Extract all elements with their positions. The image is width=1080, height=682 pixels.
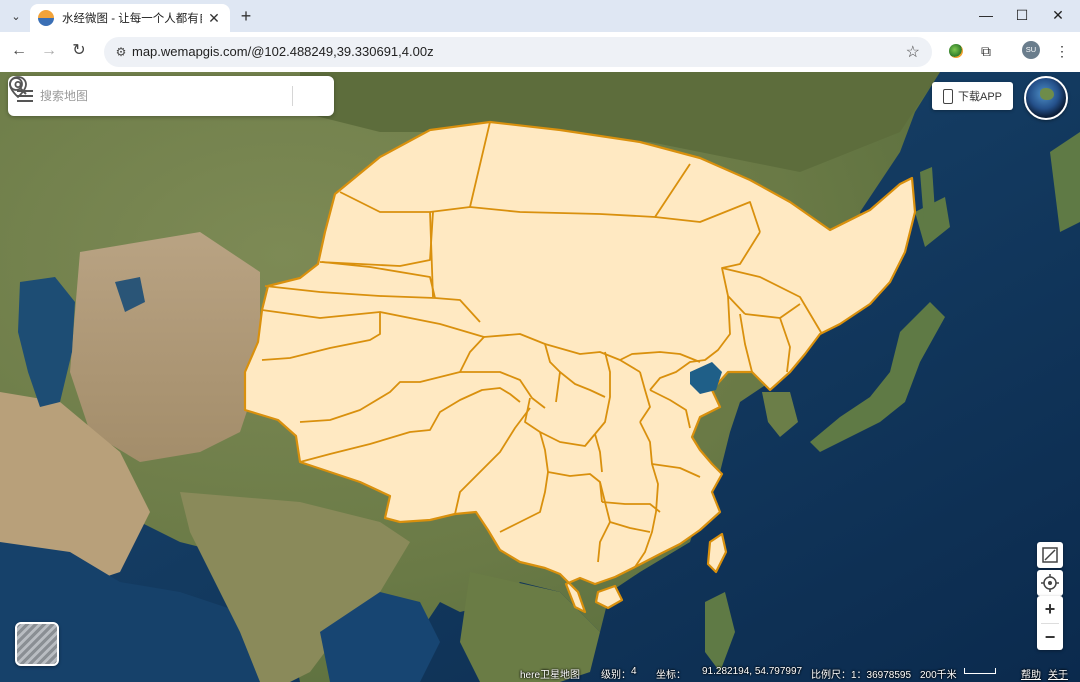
search-divider bbox=[292, 86, 293, 106]
measure-tool-button[interactable] bbox=[1037, 542, 1063, 568]
reload-icon[interactable]: ↻ bbox=[68, 40, 90, 62]
map-status-bar: here卫星地图 级别： 4 坐标： 91.282194, 54.797997 … bbox=[512, 662, 1080, 682]
about-link[interactable]: 关于 bbox=[1048, 666, 1068, 681]
download-app-button[interactable]: 下载APP bbox=[932, 82, 1013, 110]
measure-icon bbox=[1042, 547, 1058, 563]
zoom-in-button[interactable]: + bbox=[1037, 596, 1063, 623]
zoom-out-button[interactable]: − bbox=[1037, 624, 1063, 651]
coordinate-label: 坐标： bbox=[656, 670, 686, 681]
tab-search-button[interactable]: ⌄ bbox=[6, 6, 26, 26]
extensions-puzzle-icon[interactable]: ⧉ bbox=[976, 41, 996, 61]
back-arrow-icon[interactable]: ← bbox=[8, 40, 30, 62]
url-text[interactable]: map.wemapgis.com/@102.488249,39.330691,4… bbox=[132, 44, 434, 59]
browser-toolbar: ← → ↻ ⚙ map.wemapgis.com/@102.488249,39.… bbox=[0, 32, 1080, 72]
tab-close-icon[interactable]: ✕ bbox=[206, 10, 222, 27]
forward-arrow-icon[interactable]: → bbox=[38, 40, 60, 62]
basemap-layer-switcher[interactable] bbox=[15, 622, 59, 666]
tab-strip: ⌄ 水经微图 - 让每一个人都有自己 ✕ + — ☐ ✕ bbox=[0, 0, 1080, 32]
desert-central-asia bbox=[70, 232, 260, 462]
window-close-button[interactable]: ✕ bbox=[1040, 4, 1076, 26]
site-settings-icon[interactable]: ⚙ bbox=[112, 43, 130, 61]
phone-icon bbox=[942, 88, 953, 104]
browser-menu-icon[interactable]: ⋮ bbox=[1052, 41, 1072, 61]
help-link[interactable]: 帮助 bbox=[1021, 666, 1041, 681]
zoom-level-value: 4 bbox=[631, 666, 637, 677]
coordinate-value: 91.282194, 54.797997 bbox=[702, 666, 803, 677]
map-svg[interactable] bbox=[0, 72, 1080, 682]
map-canvas[interactable]: 下载APP + − here卫星地图 级别： 4 坐标： 91.28219 bbox=[0, 72, 1080, 682]
new-tab-button[interactable]: + bbox=[236, 6, 256, 26]
locate-me-button[interactable] bbox=[1037, 570, 1063, 596]
location-pin-icon[interactable] bbox=[8, 76, 28, 98]
site-favicon-icon bbox=[38, 10, 54, 26]
bookmark-star-icon[interactable]: ☆ bbox=[906, 42, 920, 62]
map-scale-ratio: 比例尺：1：36978595 bbox=[811, 670, 912, 681]
tab-title: 水经微图 - 让每一个人都有自己 bbox=[62, 13, 202, 25]
browser-chrome: ⌄ 水经微图 - 让每一个人都有自己 ✕ + — ☐ ✕ ← → ↻ ⚙ map… bbox=[0, 0, 1080, 72]
map-search-input[interactable] bbox=[40, 85, 240, 107]
download-app-label: 下载APP bbox=[957, 91, 1002, 103]
active-tab[interactable]: 水经微图 - 让每一个人都有自己 ✕ bbox=[30, 4, 230, 32]
minimize-button[interactable]: — bbox=[968, 4, 1004, 26]
crosshair-icon bbox=[1041, 574, 1059, 592]
scale-distance: 200千米 bbox=[920, 670, 957, 681]
zoom-controls: + − bbox=[1037, 596, 1063, 650]
profile-avatar[interactable]: SU bbox=[1022, 41, 1040, 59]
maximize-button[interactable]: ☐ bbox=[1004, 4, 1040, 26]
globe-icon bbox=[1040, 88, 1054, 100]
map-search-box bbox=[8, 76, 334, 116]
zoom-level-label: 级别： bbox=[601, 670, 631, 681]
scale-bar bbox=[964, 668, 996, 674]
globe-view-button[interactable] bbox=[1024, 76, 1068, 120]
basemap-source: here卫星地图 bbox=[520, 670, 581, 681]
extension-globe-icon[interactable] bbox=[949, 44, 963, 58]
address-bar[interactable]: ⚙ map.wemapgis.com/@102.488249,39.330691… bbox=[104, 37, 932, 67]
